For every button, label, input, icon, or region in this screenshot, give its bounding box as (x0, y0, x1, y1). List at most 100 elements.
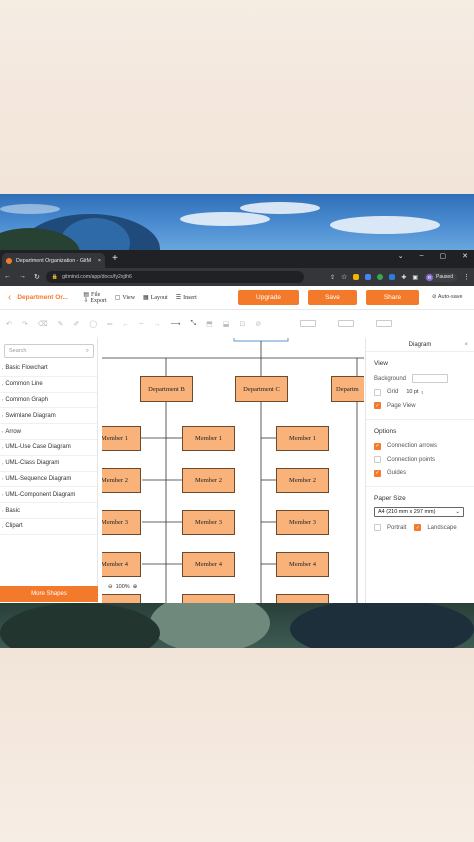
member-node[interactable]: Member 2 (102, 468, 141, 493)
member-node[interactable]: Member 1 (276, 426, 329, 451)
member-node[interactable]: Member 2 (276, 468, 329, 493)
bookmark-star-icon[interactable]: ☆ (341, 273, 347, 281)
category-swimlane-diagram[interactable]: › Swimlane Diagram (0, 408, 97, 425)
shadow-style-box[interactable] (376, 320, 392, 327)
sidepanel-icon[interactable]: ▣ (412, 274, 418, 281)
brush-icon[interactable]: ✎ (58, 320, 64, 328)
close-icon[interactable]: × (464, 342, 468, 348)
chevron-right-icon: › (2, 460, 4, 466)
menu-view[interactable]: ▢ View (115, 294, 135, 302)
connection-points-checkbox[interactable] (374, 456, 381, 464)
browser-tab[interactable]: Department Organization - GitM × (2, 253, 105, 268)
address-bar[interactable]: 🔒 gitmind.com/app/docs/fy2xjth6 (45, 271, 304, 283)
department-d-node[interactable]: Departm (331, 376, 364, 402)
page-view-checkbox[interactable]: ✓ (374, 402, 381, 410)
minimize-button[interactable]: – (420, 252, 424, 260)
department-c-node[interactable]: Department C (235, 376, 288, 402)
arrow-left-icon[interactable]: ← (122, 321, 129, 328)
menu-layout[interactable]: ▦ Layout (143, 294, 168, 302)
grid-size-input[interactable]: 10 pt (406, 389, 418, 395)
back-arrow-icon[interactable]: ‹ (8, 292, 11, 303)
member-node[interactable]: Member 3 (276, 510, 329, 535)
document-title[interactable]: Department Or... (17, 294, 75, 301)
menu-export[interactable]: ⇩ Export (83, 298, 106, 304)
extension-icon[interactable] (365, 274, 372, 280)
waypoint-icon[interactable]: ⤡ (190, 320, 196, 328)
share-button[interactable]: Share (366, 290, 419, 305)
department-b-node[interactable]: Department B (140, 376, 193, 402)
member-node[interactable]: Member 3 (182, 510, 235, 535)
category-basic-flowchart[interactable]: › Basic Flowchart (0, 361, 97, 377)
extension-icon[interactable] (377, 274, 384, 280)
app-window: ‹ Department Or... ▤ File ⇩ Export ▢ View ▦… (0, 286, 474, 603)
more-shapes-button[interactable]: More Shapes (0, 586, 98, 602)
member-node[interactable]: Member 1 (182, 426, 235, 451)
profile-button[interactable]: R Paused (424, 272, 457, 282)
guides-checkbox[interactable]: ✓ (374, 469, 381, 477)
search-input[interactable]: Search ⌕ (4, 344, 94, 358)
menu-insert[interactable]: ☰ Insert (176, 294, 197, 302)
category-basic[interactable]: › Basic (0, 503, 97, 519)
member-node[interactable]: Member 4 (102, 552, 141, 577)
stepper-icon[interactable]: ⇕ (421, 390, 424, 395)
category-common-graph[interactable]: › Common Graph (0, 393, 97, 409)
tab-close-icon[interactable]: × (98, 258, 101, 264)
pen-icon[interactable]: ✐ (74, 320, 80, 328)
member-node[interactable]: Member 3 (102, 510, 141, 535)
landscape-checkbox[interactable]: ✓ (414, 524, 422, 532)
arrow-right-icon[interactable]: → (153, 321, 160, 328)
portrait-checkbox[interactable] (374, 524, 381, 532)
grid-checkbox[interactable] (374, 388, 381, 396)
delete-icon[interactable]: ⊘ (255, 320, 261, 328)
fill-style-box[interactable] (300, 320, 316, 327)
background-color-picker[interactable] (412, 374, 449, 384)
new-tab-button[interactable]: + (112, 253, 118, 264)
share-icon[interactable]: ⇪ (330, 274, 335, 281)
zoom-out-icon[interactable]: ⊖ (108, 584, 113, 590)
category-uml-class[interactable]: › UML-Class Diagram (0, 456, 97, 472)
dash-line-icon[interactable]: ╌ (139, 320, 143, 328)
category-common-line[interactable]: › Common Line (0, 377, 97, 393)
category-uml-component[interactable]: › UML-Component Diagram (0, 487, 97, 504)
line-style-box[interactable] (338, 320, 354, 327)
connector-arrow-icon[interactable]: ⟶ (170, 320, 180, 328)
category-clipart[interactable]: › Clipart (0, 519, 97, 535)
back-nav-icon[interactable]: ← (4, 273, 11, 281)
lock-shape-icon[interactable]: ⊡ (239, 320, 245, 328)
category-arrow[interactable]: › Arrow (0, 424, 97, 440)
puzzle-icon[interactable]: ✚ (401, 274, 406, 281)
extension-icon[interactable] (389, 274, 396, 280)
close-window-button[interactable]: ✕ (462, 252, 468, 260)
member-node-partial[interactable] (276, 594, 329, 603)
member-node-partial[interactable] (182, 594, 235, 603)
member-node[interactable]: Member 2 (182, 468, 235, 493)
forward-nav-icon[interactable]: → (19, 273, 26, 281)
shape-icon[interactable]: ◯ (89, 320, 97, 328)
undo-icon[interactable]: ↶ (6, 320, 12, 328)
autosave-toggle[interactable]: ⊘ Auto-save (432, 294, 463, 300)
member-node[interactable]: Member 4 (276, 552, 329, 577)
front-icon[interactable]: ⬒ (206, 320, 213, 328)
background-bottom (0, 648, 474, 842)
top-toolbar: ‹ Department Or... ▤ File ⇩ Export ▢ View ▦… (0, 286, 474, 310)
maximize-button[interactable]: ▢ (440, 252, 447, 260)
category-uml-sequence[interactable]: › UML-Sequence Diagram (0, 472, 97, 488)
format-painter-icon[interactable]: ⌫ (38, 320, 48, 328)
diagram-canvas[interactable]: Department B Department C Departm Member… (102, 338, 364, 603)
member-node[interactable]: Member 1 (102, 426, 141, 451)
tab-search-icon[interactable]: ⌄ (398, 252, 404, 260)
redo-icon[interactable]: ↷ (22, 320, 28, 328)
reload-icon[interactable]: ↻ (34, 273, 40, 281)
back-layer-icon[interactable]: ⬓ (223, 320, 230, 328)
member-node[interactable]: Member 4 (182, 552, 235, 577)
paper-size-select[interactable]: A4 (210 mm x 297 mm) ⌄ (374, 507, 464, 517)
line-style-icon[interactable]: ═ (107, 321, 112, 328)
member-node-partial[interactable] (102, 594, 141, 603)
connection-arrows-checkbox[interactable]: ✓ (374, 442, 381, 450)
zoom-in-icon[interactable]: ⊕ (133, 584, 138, 590)
kebab-menu-icon[interactable]: ⋮ (463, 273, 470, 281)
save-button[interactable]: Save (308, 290, 357, 305)
upgrade-button[interactable]: Upgrade (238, 290, 299, 305)
extension-icon[interactable] (353, 274, 360, 280)
category-uml-use-case[interactable]: › UML-Use Case Diagram (0, 440, 97, 456)
